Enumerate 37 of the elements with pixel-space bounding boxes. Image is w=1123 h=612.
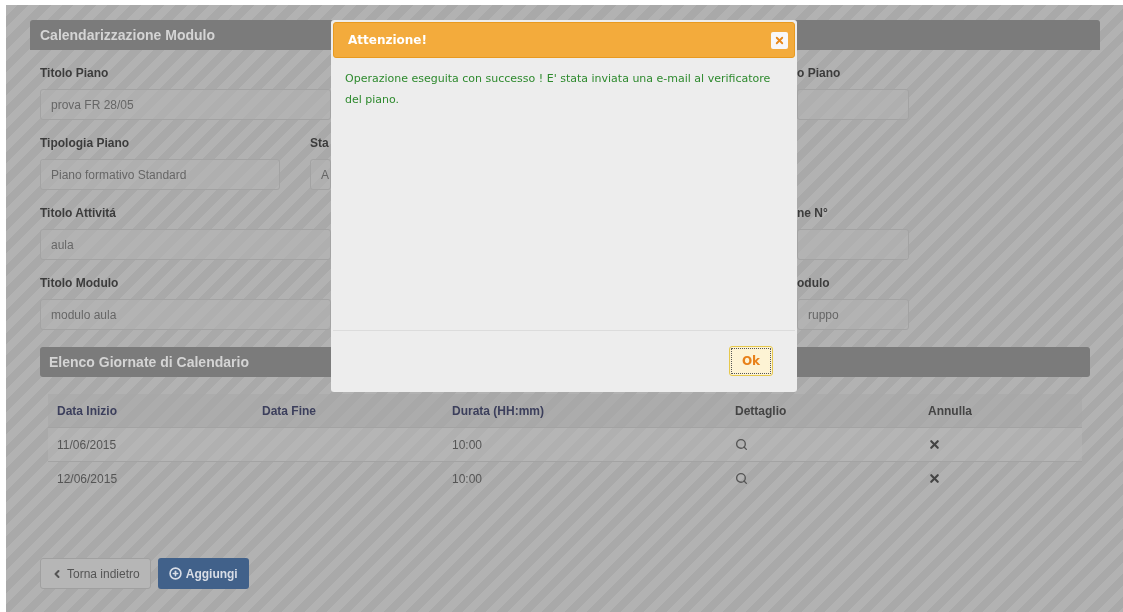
- search-icon[interactable]: [735, 472, 748, 485]
- column-header: Data Inizio: [57, 402, 118, 420]
- table-cell-text: 10:00: [452, 436, 483, 454]
- input-field[interactable]: modulo aula: [40, 299, 331, 330]
- back-button[interactable]: Torna indietro: [40, 558, 151, 589]
- field-label: o Piano: [797, 65, 842, 82]
- input-field[interactable]: Piano formativo Standard: [40, 159, 280, 190]
- column-header: Data Fine: [262, 402, 317, 420]
- field-label: ne N°: [797, 205, 829, 222]
- input-field[interactable]: prova FR 28/05: [40, 89, 331, 120]
- input-field[interactable]: aula: [40, 229, 331, 260]
- field-label: odulo: [797, 275, 831, 292]
- field-label: Titolo Piano: [40, 65, 110, 82]
- column-header: Dettaglio: [735, 402, 788, 420]
- input-field[interactable]: ruppo: [797, 299, 909, 330]
- field-label: Tipologia Piano: [40, 135, 131, 152]
- ok-button[interactable]: Ok: [729, 345, 773, 376]
- plus-circle-icon: [168, 567, 182, 580]
- close-icon: [774, 34, 785, 46]
- field-label: Titolo Attivitá: [40, 205, 117, 222]
- add-button[interactable]: Aggiungi: [157, 558, 249, 589]
- column-header: Durata (HH:mm): [452, 402, 545, 420]
- table-cell-text: 10:00: [452, 470, 483, 488]
- field-label: Sta: [310, 135, 330, 152]
- close-icon[interactable]: [928, 438, 941, 451]
- close-button[interactable]: [771, 31, 788, 49]
- dialog-title: Attenzione!: [348, 32, 427, 49]
- input-field[interactable]: [797, 89, 909, 120]
- input-field[interactable]: A: [310, 159, 331, 190]
- input-field[interactable]: [797, 229, 909, 260]
- search-icon[interactable]: [735, 438, 748, 451]
- column-header: Annulla: [928, 402, 973, 420]
- table-cell-text: 11/06/2015: [57, 436, 117, 454]
- close-icon[interactable]: [928, 472, 941, 485]
- field-label: Titolo Modulo: [40, 275, 120, 292]
- dialog-message: Operazione eseguita con successo ! E' stata inviata una e-mail al verificatore del piano.: [344, 71, 772, 108]
- table-cell-text: 12/06/2015: [57, 470, 118, 488]
